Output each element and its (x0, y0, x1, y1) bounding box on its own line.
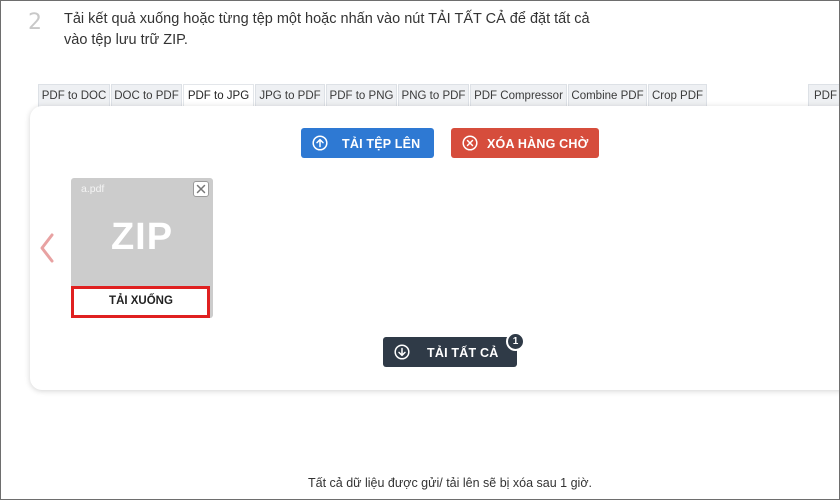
tab-pdf-more[interactable]: PDF F (808, 84, 840, 107)
tab-pdf-to-doc[interactable]: PDF to DOC (38, 84, 110, 107)
upload-circle-icon (312, 135, 328, 151)
tab-pdf-to-png[interactable]: PDF to PNG (326, 84, 397, 107)
file-count-badge: 1 (506, 332, 525, 351)
file-name: a.pdf (81, 183, 105, 195)
file-card: a.pdf ZIP TẢI XUỐNG (71, 178, 213, 318)
upload-files-button[interactable]: TẢI TỆP LÊN (301, 128, 434, 158)
download-circle-icon (394, 344, 410, 360)
remove-file-button[interactable] (193, 181, 209, 197)
chevron-left-icon (40, 233, 54, 263)
tab-png-to-pdf[interactable]: PNG to PDF (398, 84, 469, 107)
file-download-button[interactable]: TẢI XUỐNG (73, 288, 209, 316)
tab-doc-to-pdf[interactable]: DOC to PDF (111, 84, 182, 107)
close-circle-icon (462, 135, 478, 151)
tab-crop-pdf[interactable]: Crop PDF (648, 84, 707, 107)
instruction-step: 2 Tải kết quả xuống hoặc từng tệp một ho… (28, 0, 628, 56)
instruction-text: Tải kết quả xuống hoặc từng tệp một hoặc… (64, 11, 590, 48)
clear-queue-label: XÓA HÀNG CHỜ (487, 137, 589, 151)
tab-pdf-to-jpg[interactable]: PDF to JPG (183, 84, 254, 107)
tab-pdf-compressor[interactable]: PDF Compressor (470, 84, 567, 107)
previous-arrow[interactable] (36, 230, 58, 266)
tab-jpg-to-pdf[interactable]: JPG to PDF (255, 84, 325, 107)
download-all-button[interactable]: TẢI TẤT CẢ (383, 337, 517, 367)
step-number: 2 (28, 10, 42, 35)
file-type-label: ZIP (110, 216, 174, 258)
data-deletion-note: Tất cả dữ liệu được gửi/ tải lên sẽ bị x… (308, 476, 592, 490)
clear-queue-button[interactable]: XÓA HÀNG CHỜ (451, 128, 599, 158)
download-all-label: TẢI TẤT CẢ (427, 346, 499, 360)
tab-combine-pdf[interactable]: Combine PDF (568, 84, 647, 107)
close-icon (196, 184, 206, 194)
upload-files-label: TẢI TỆP LÊN (342, 137, 421, 151)
